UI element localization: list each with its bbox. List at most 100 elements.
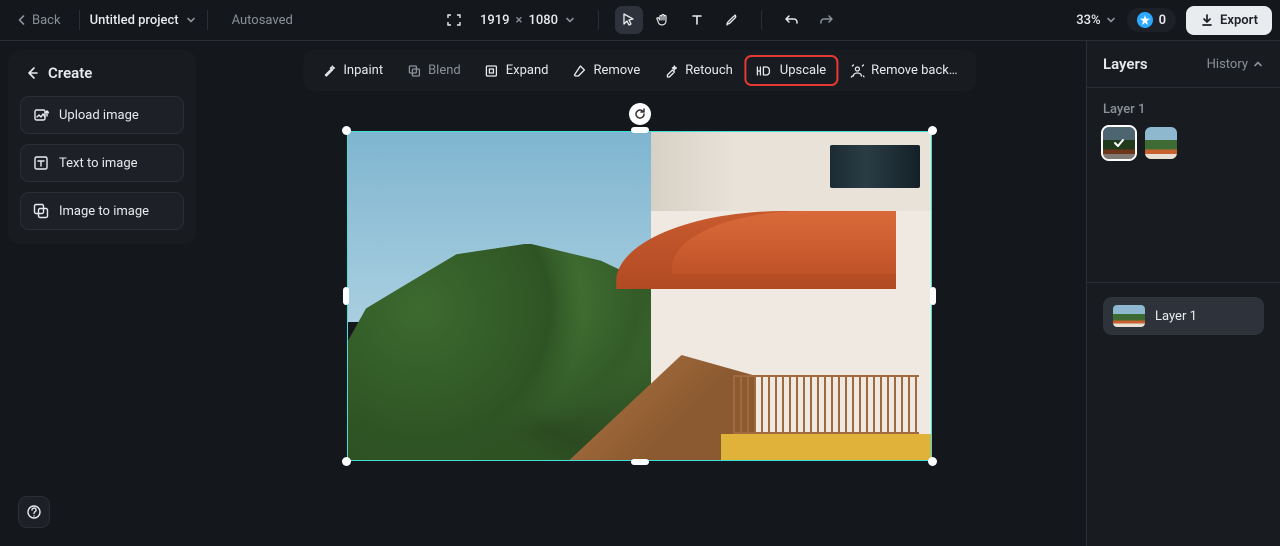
image-to-image-label: Image to image	[59, 204, 149, 219]
inpaint-label: Inpaint	[343, 63, 383, 78]
chevron-down-icon	[564, 14, 576, 26]
layer-thumbnail	[1113, 305, 1145, 327]
redo-button[interactable]	[812, 6, 840, 34]
eraser-icon	[572, 64, 586, 78]
cursor-icon	[621, 12, 637, 28]
canvas-image[interactable]	[347, 131, 932, 461]
image-to-image-button[interactable]: Image to image	[20, 192, 184, 230]
rotate-icon	[633, 107, 647, 121]
topbar: Back Untitled project Autosaved 1919 × 1…	[0, 0, 1280, 41]
layers-header: Layers History	[1087, 41, 1280, 88]
text-to-image-label: Text to image	[59, 156, 138, 171]
brush-icon	[723, 12, 739, 28]
upload-image-label: Upload image	[59, 108, 139, 123]
text-to-image-button[interactable]: Text to image	[20, 144, 184, 182]
layer-item[interactable]: Layer 1	[1103, 297, 1264, 335]
brush-tool-button[interactable]	[717, 6, 745, 34]
remove-bg-label: Remove back…	[871, 63, 957, 78]
export-button[interactable]: Export	[1186, 6, 1272, 35]
wand-icon	[322, 64, 336, 78]
layer-section-label: Layer 1	[1103, 102, 1264, 117]
dimension-x: ×	[516, 13, 523, 28]
project-title[interactable]: Untitled project	[90, 13, 179, 28]
canvas-selection[interactable]	[347, 131, 932, 461]
credits-value: 0	[1159, 13, 1166, 28]
image-railing	[733, 375, 920, 434]
blend-label: Blend	[428, 63, 461, 78]
hand-tool-button[interactable]	[649, 6, 677, 34]
credits-indicator[interactable]: 0	[1127, 8, 1176, 32]
remove-background-button[interactable]: Remove back…	[839, 56, 968, 85]
upload-image-button[interactable]: Upload image	[20, 96, 184, 134]
retouch-icon	[664, 64, 678, 78]
expand-icon	[485, 64, 499, 78]
upscale-button[interactable]: Upscale	[746, 56, 837, 85]
handle-bottom-right[interactable]	[928, 457, 937, 466]
help-icon	[26, 504, 42, 520]
layer-item-label: Layer 1	[1155, 309, 1197, 324]
frame-icon	[446, 12, 462, 28]
back-label: Back	[32, 13, 61, 28]
panel-spacer	[1087, 173, 1280, 283]
back-button[interactable]: Back	[8, 9, 69, 32]
text-image-icon	[33, 155, 49, 171]
image-floor	[721, 434, 931, 460]
canvas-width: 1919	[480, 13, 510, 28]
handle-top-left[interactable]	[342, 126, 351, 135]
dimensions-dropdown[interactable]: 1919 × 1080	[474, 13, 582, 28]
fit-screen-button[interactable]	[440, 6, 468, 34]
handle-bottom-left[interactable]	[342, 457, 351, 466]
create-heading: Create	[24, 64, 184, 82]
undo-button[interactable]	[778, 6, 806, 34]
chevron-down-icon	[1105, 14, 1117, 26]
remove-button[interactable]: Remove	[561, 56, 651, 85]
variant-thumb[interactable]	[1145, 127, 1177, 159]
handle-right[interactable]	[930, 287, 936, 305]
inpaint-button[interactable]: Inpaint	[311, 56, 394, 85]
chevron-up-icon	[1252, 58, 1264, 70]
layer-list: Layer 1	[1087, 283, 1280, 349]
handle-top-right[interactable]	[928, 126, 937, 135]
help-button[interactable]	[18, 496, 50, 528]
variant-thumb-selected[interactable]	[1103, 127, 1135, 159]
layer-variants-section: Layer 1	[1087, 88, 1280, 173]
blend-icon	[407, 64, 421, 78]
layers-panel: Layers History Layer 1 Layer 1	[1086, 41, 1280, 546]
topbar-right: 33% 0 Export	[1076, 6, 1272, 35]
redo-icon	[818, 12, 834, 28]
zoom-value: 33%	[1076, 13, 1100, 28]
retouch-button[interactable]: Retouch	[653, 56, 744, 85]
credits-icon	[1137, 12, 1153, 28]
autosave-status: Autosaved	[232, 13, 293, 28]
check-icon	[1112, 136, 1126, 150]
variant-thumbnails	[1103, 127, 1264, 159]
rotate-handle[interactable]	[629, 103, 651, 125]
text-tool-button[interactable]	[683, 6, 711, 34]
handle-left[interactable]	[343, 287, 349, 305]
remove-bg-icon	[850, 64, 864, 78]
image-image-icon	[33, 203, 49, 219]
image-window	[830, 145, 920, 188]
handle-top[interactable]	[631, 127, 649, 133]
chevron-left-icon	[16, 14, 28, 26]
download-icon	[1200, 13, 1214, 27]
project-chevron[interactable]	[185, 14, 197, 26]
history-toggle[interactable]: History	[1207, 57, 1264, 72]
back-arrow-icon	[24, 65, 40, 81]
expand-button[interactable]: Expand	[474, 56, 560, 85]
chevron-down-icon	[185, 14, 197, 26]
check-overlay	[1103, 127, 1135, 159]
handle-bottom[interactable]	[631, 459, 649, 465]
zoom-dropdown[interactable]: 33%	[1076, 13, 1116, 28]
hand-icon	[655, 12, 671, 28]
text-icon	[689, 12, 705, 28]
expand-label: Expand	[506, 63, 549, 78]
layers-title: Layers	[1103, 55, 1148, 73]
divider	[79, 10, 80, 30]
blend-button: Blend	[396, 56, 472, 85]
retouch-label: Retouch	[685, 63, 733, 78]
select-tool-button[interactable]	[615, 6, 643, 34]
export-label: Export	[1220, 13, 1258, 28]
canvas-height: 1080	[528, 13, 558, 28]
divider	[207, 10, 208, 30]
